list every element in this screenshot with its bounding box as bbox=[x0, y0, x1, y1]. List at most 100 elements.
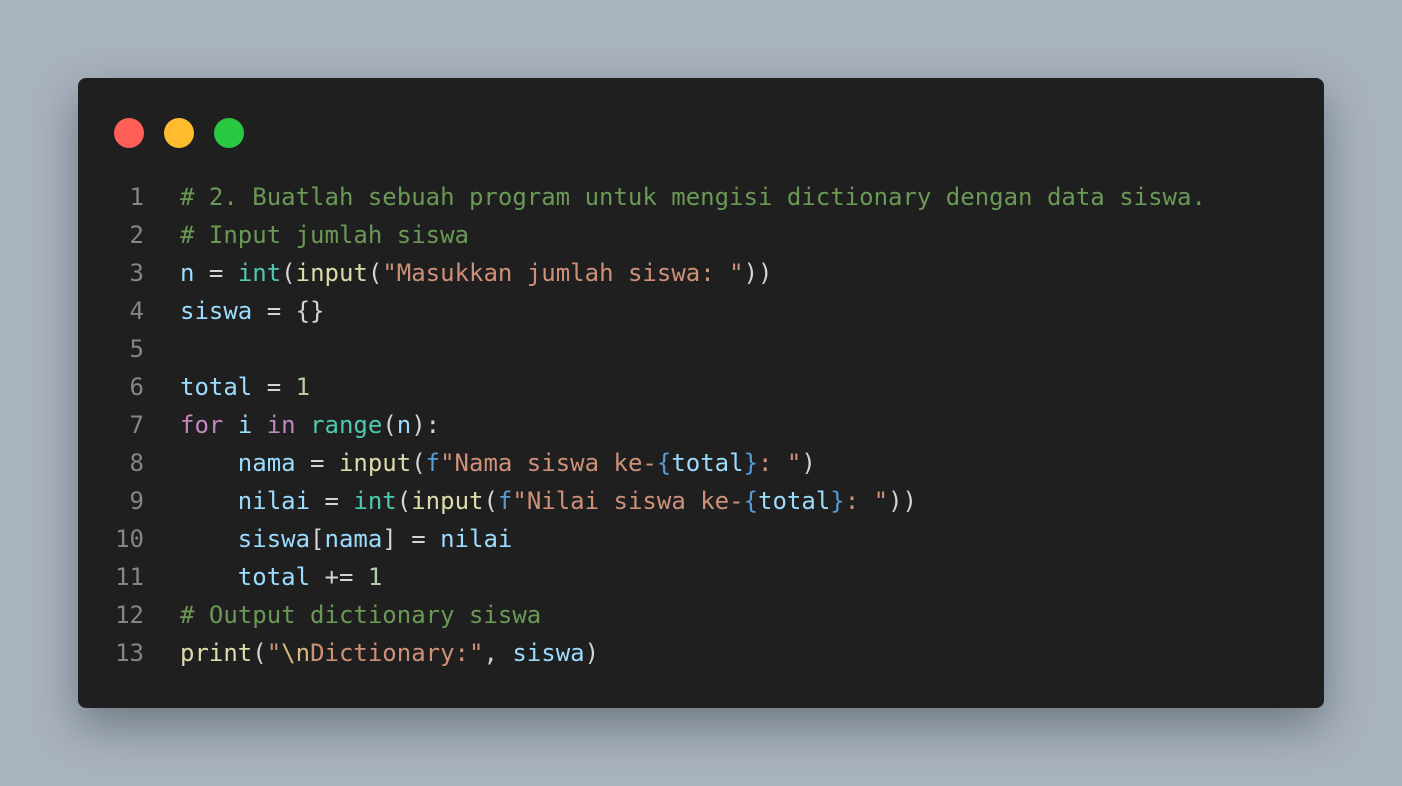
variable: n bbox=[396, 411, 412, 439]
brace: } bbox=[743, 449, 759, 477]
keyword: for bbox=[180, 411, 224, 439]
line-number: 1 bbox=[129, 183, 144, 211]
line-number: 2 bbox=[129, 221, 144, 249]
punctuation: ) bbox=[584, 639, 600, 667]
punctuation: ( bbox=[483, 487, 498, 515]
line-number: 10 bbox=[115, 525, 144, 553]
punctuation: ( bbox=[252, 639, 267, 667]
variable: siswa bbox=[237, 525, 311, 553]
line-content: siswa = {} bbox=[144, 292, 325, 330]
line-number: 6 bbox=[129, 373, 144, 401]
operator: = bbox=[295, 449, 339, 477]
variable: i bbox=[237, 411, 253, 439]
line-content: total += 1 bbox=[144, 558, 383, 596]
punctuation: ( bbox=[281, 259, 296, 287]
line-number: 3 bbox=[129, 259, 144, 287]
brace: { bbox=[743, 487, 759, 515]
code-line: 5 bbox=[78, 330, 1324, 368]
comment: # Input jumlah siswa bbox=[180, 221, 469, 249]
operator: = bbox=[194, 259, 238, 287]
line-content: n = int(input("Masukkan jumlah siswa: ")… bbox=[144, 254, 772, 292]
string: Dictionary:" bbox=[310, 639, 484, 667]
variable: nama bbox=[237, 449, 296, 477]
line-number: 7 bbox=[129, 411, 144, 439]
function: input bbox=[338, 449, 412, 477]
punctuation: ( bbox=[411, 449, 426, 477]
line-content: nilai = int(input(f"Nilai siswa ke-{tota… bbox=[144, 482, 917, 520]
line-number: 9 bbox=[129, 487, 144, 515]
comment: # 2. Buatlah sebuah program untuk mengis… bbox=[180, 183, 1206, 211]
line-number: 8 bbox=[129, 449, 144, 477]
line-content: # Output dictionary siswa bbox=[144, 596, 541, 634]
builtin-type: int bbox=[237, 259, 282, 287]
variable: nilai bbox=[440, 525, 513, 553]
line-content: # Input jumlah siswa bbox=[144, 216, 469, 254]
code-block: 1 # 2. Buatlah sebuah program untuk meng… bbox=[78, 178, 1324, 672]
code-line: 6 total = 1 bbox=[78, 368, 1324, 406]
code-line: 10 siswa[nama] = nilai bbox=[78, 520, 1324, 558]
punctuation: ( bbox=[396, 487, 412, 515]
code-line: 1 # 2. Buatlah sebuah program untuk meng… bbox=[78, 178, 1324, 216]
punctuation: ] bbox=[382, 525, 397, 553]
code-line: 2 # Input jumlah siswa bbox=[78, 216, 1324, 254]
code-window: 1 # 2. Buatlah sebuah program untuk meng… bbox=[78, 78, 1324, 708]
variable: siswa bbox=[512, 639, 585, 667]
string: : " bbox=[844, 487, 889, 515]
brace: } bbox=[830, 487, 845, 515]
window-controls bbox=[114, 118, 244, 148]
line-content: nama = input(f"Nama siswa ke-{total}: ") bbox=[144, 444, 816, 482]
code-line: 3 n = int(input("Masukkan jumlah siswa: … bbox=[78, 254, 1324, 292]
operator: = bbox=[396, 525, 441, 553]
punctuation: ) bbox=[801, 449, 816, 477]
line-content bbox=[144, 330, 180, 368]
punctuation: ( bbox=[367, 259, 383, 287]
code-line: 13 print("\nDictionary:", siswa) bbox=[78, 634, 1324, 672]
minimize-icon[interactable] bbox=[164, 118, 194, 148]
fstring-prefix: f bbox=[497, 487, 513, 515]
punctuation: )) bbox=[888, 487, 917, 515]
comment: # Output dictionary siswa bbox=[180, 601, 542, 629]
variable: n bbox=[180, 259, 195, 287]
variable: nilai bbox=[237, 487, 311, 515]
function: input bbox=[411, 487, 484, 515]
close-icon[interactable] bbox=[114, 118, 144, 148]
operator: += bbox=[310, 563, 368, 591]
string: : " bbox=[758, 449, 802, 477]
string: "Masukkan jumlah siswa: " bbox=[382, 259, 744, 287]
escape-sequence: \n bbox=[281, 639, 311, 667]
punctuation: ): bbox=[411, 411, 441, 439]
keyword: in bbox=[266, 411, 296, 439]
string: " bbox=[266, 639, 282, 667]
string: "Nilai siswa ke- bbox=[512, 487, 744, 515]
fstring-prefix: f bbox=[425, 449, 441, 477]
variable: total bbox=[180, 373, 253, 401]
line-number: 12 bbox=[115, 601, 144, 629]
builtin-type: int bbox=[353, 487, 397, 515]
operator: = bbox=[252, 373, 296, 401]
variable: nama bbox=[324, 525, 383, 553]
punctuation: , bbox=[483, 639, 513, 667]
number: 1 bbox=[295, 373, 311, 401]
code-line: 8 nama = input(f"Nama siswa ke-{total}: … bbox=[78, 444, 1324, 482]
number: 1 bbox=[367, 563, 383, 591]
maximize-icon[interactable] bbox=[214, 118, 244, 148]
builtin-function: range bbox=[310, 411, 383, 439]
variable: total bbox=[237, 563, 311, 591]
brace: { bbox=[656, 449, 672, 477]
line-content: # 2. Buatlah sebuah program untuk mengis… bbox=[144, 178, 1206, 216]
code-line: 11 total += 1 bbox=[78, 558, 1324, 596]
line-number: 13 bbox=[115, 639, 144, 667]
line-content: print("\nDictionary:", siswa) bbox=[144, 634, 599, 672]
string: "Nama siswa ke- bbox=[440, 449, 657, 477]
line-content: total = 1 bbox=[144, 368, 310, 406]
code-line: 7 for i in range(n): bbox=[78, 406, 1324, 444]
punctuation: ( bbox=[382, 411, 397, 439]
line-content: for i in range(n): bbox=[144, 406, 440, 444]
code-line: 4 siswa = {} bbox=[78, 292, 1324, 330]
